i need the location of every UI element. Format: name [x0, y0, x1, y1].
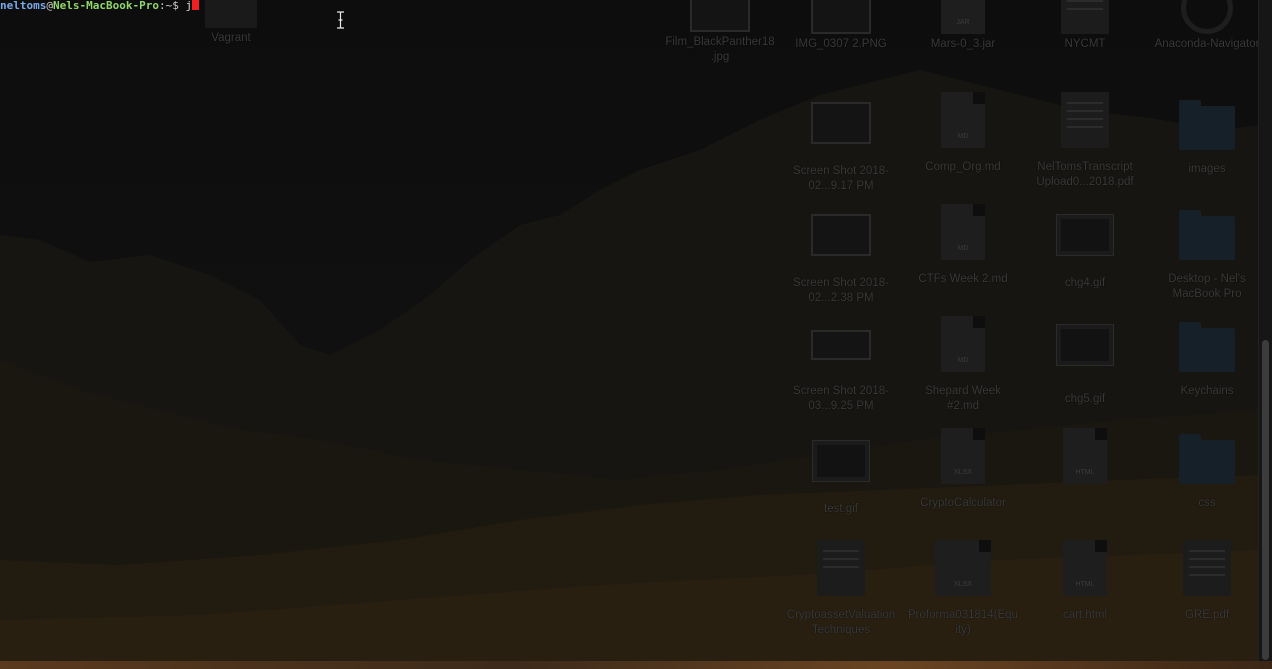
desktop-icon-screenshot-2[interactable]: Screen Shot 2018-02...2.38 PM	[786, 214, 896, 306]
desktop-icon-transcript[interactable]: NelTomsTranscript Upload0...2018.pdf	[1030, 92, 1140, 190]
document-icon	[1061, 0, 1109, 34]
anaconda-icon	[1181, 0, 1233, 34]
icon-label: Shepard Week #2.md	[925, 385, 1001, 412]
typed-input[interactable]: j	[185, 0, 192, 12]
icon-label: Anaconda-Navigator	[1154, 38, 1260, 50]
desktop-icon-mars-jar[interactable]: JAR Mars-0_3.jar	[908, 0, 1018, 52]
desktop-icon-desktop-nels[interactable]: Desktop - Nel's MacBook Pro	[1152, 210, 1262, 302]
excel-file-icon: XLSX	[935, 540, 991, 596]
icon-label: Proforma031814(Equity)	[908, 609, 1018, 636]
gif-thumbnail-icon	[1056, 324, 1114, 366]
icon-label: Comp_Org.md	[925, 161, 1001, 173]
icon-label: chg4.gif	[1064, 277, 1106, 289]
gif-thumbnail-icon	[812, 440, 870, 482]
image-thumbnail-icon	[811, 0, 871, 34]
scrollbar-thumb[interactable]	[1262, 340, 1269, 660]
excel-file-icon: XLSX	[941, 428, 985, 484]
image-thumbnail-icon	[811, 214, 871, 256]
desktop-icon-css[interactable]: HTML css	[1030, 428, 1140, 511]
desktop-icon-crypto-calculator[interactable]: XLSX CryptoCalculator	[908, 428, 1018, 511]
icon-label: Screen Shot 2018-02...2.38 PM	[793, 277, 889, 304]
icon-label: NelTomsTranscript Upload0...2018.pdf	[1036, 161, 1134, 188]
prompt-symbol: $	[172, 0, 179, 12]
desktop-icon-img-0307[interactable]: IMG_0307 2.PNG	[786, 0, 896, 52]
icon-label: NYCMT	[1064, 38, 1106, 50]
jar-file-icon: JAR	[941, 0, 985, 34]
markdown-file-icon: MD	[941, 92, 985, 148]
icon-label: CTFs Week 2.md	[918, 273, 1008, 285]
icon-label: chg5.gif	[1064, 393, 1106, 405]
desktop-icon-screenshot-3[interactable]: Screen Shot 2018-03...9.25 PM	[786, 330, 896, 414]
pdf-file-icon	[817, 540, 865, 596]
ibeam-cursor-icon	[337, 11, 344, 29]
icon-label: Keychains	[1180, 385, 1234, 397]
desktop-icon-cart-html[interactable]: HTML cart.html	[1030, 540, 1140, 623]
icon-label: images	[1188, 163, 1226, 175]
markdown-file-icon: MD	[941, 204, 985, 260]
desktop-icon-images[interactable]: images	[1152, 100, 1262, 177]
desktop-icon-cryptoasset[interactable]: CryptoassetValuationTechniques	[786, 540, 896, 638]
desktop-icon-proforma[interactable]: XLSX Proforma031814(Equity)	[908, 540, 1018, 638]
desktop-icon-chg4[interactable]: chg4.gif	[1030, 214, 1140, 291]
image-thumbnail-icon	[690, 0, 750, 32]
icon-label: Desktop - Nel's MacBook Pro	[1168, 273, 1246, 300]
desktop-icon-gre-pdf[interactable]: GRE.pdf	[1152, 540, 1262, 623]
desktop-icon-ctfs[interactable]: MD CTFs Week 2.md	[908, 204, 1018, 287]
dock-edge	[0, 661, 1272, 669]
image-thumbnail-icon	[811, 102, 871, 144]
folder-icon	[1179, 100, 1235, 150]
prompt-at: @	[46, 0, 53, 12]
html-file-icon: HTML	[1063, 428, 1107, 484]
icon-label: CryptoCalculator	[920, 497, 1006, 509]
folder-icon	[205, 0, 257, 28]
icon-label: Vagrant	[211, 32, 251, 44]
html-file-icon: HTML	[1063, 540, 1107, 596]
gif-thumbnail-icon	[1056, 214, 1114, 256]
desktop-icon-film-black-panther[interactable]: Film_BlackPanther18.jpg	[665, 0, 775, 65]
pdf-file-icon	[1183, 540, 1231, 596]
desktop-icon-chg5[interactable]: chg5.gif	[1030, 324, 1140, 407]
desktop-icon-screenshot-1[interactable]: Screen Shot 2018-02...9.17 PM	[786, 102, 896, 194]
icon-label: IMG_0307 2.PNG	[795, 38, 887, 50]
icon-label: Mars-0_3.jar	[930, 38, 996, 50]
icon-label: Screen Shot 2018-03...9.25 PM	[793, 385, 889, 412]
desktop-icon-keychains[interactable]: Keychains	[1152, 322, 1262, 399]
text-cursor	[192, 0, 200, 10]
image-thumbnail-icon	[811, 330, 871, 360]
icon-label: css	[1198, 497, 1216, 509]
icon-label: GRE.pdf	[1184, 609, 1230, 621]
icon-label: cart.html	[1062, 609, 1108, 621]
icon-label: test.gif	[824, 503, 858, 515]
prompt-host: Nels-MacBook-Pro	[52, 0, 159, 12]
terminal-prompt-line[interactable]: neltoms@Nels-MacBook-Pro:~$ j	[0, 0, 200, 12]
markdown-file-icon: MD	[941, 316, 985, 372]
desktop-icon-comp-org[interactable]: MD Comp_Org.md	[908, 92, 1018, 175]
prompt-path: :~	[158, 0, 173, 12]
folder-icon	[1179, 434, 1235, 484]
icon-label: Screen Shot 2018-02...9.17 PM	[793, 165, 889, 192]
desktop-icon-anaconda[interactable]: Anaconda-Navigator	[1152, 0, 1262, 52]
icon-label: Film_BlackPanther18.jpg	[665, 36, 775, 63]
prompt-user: neltoms	[0, 0, 47, 12]
desktop-icon-nycmt[interactable]: NYCMT	[1030, 0, 1140, 52]
icon-label: CryptoassetValuationTechniques	[786, 609, 896, 636]
desktop-icon-css-folder[interactable]: css	[1152, 434, 1262, 511]
desktop-icon-shepard[interactable]: MD Shepard Week #2.md	[908, 316, 1018, 414]
desktop-icon-test-gif[interactable]: test.gif	[786, 440, 896, 517]
pdf-file-icon	[1061, 92, 1109, 148]
folder-icon	[1179, 210, 1235, 260]
folder-icon	[1179, 322, 1235, 372]
